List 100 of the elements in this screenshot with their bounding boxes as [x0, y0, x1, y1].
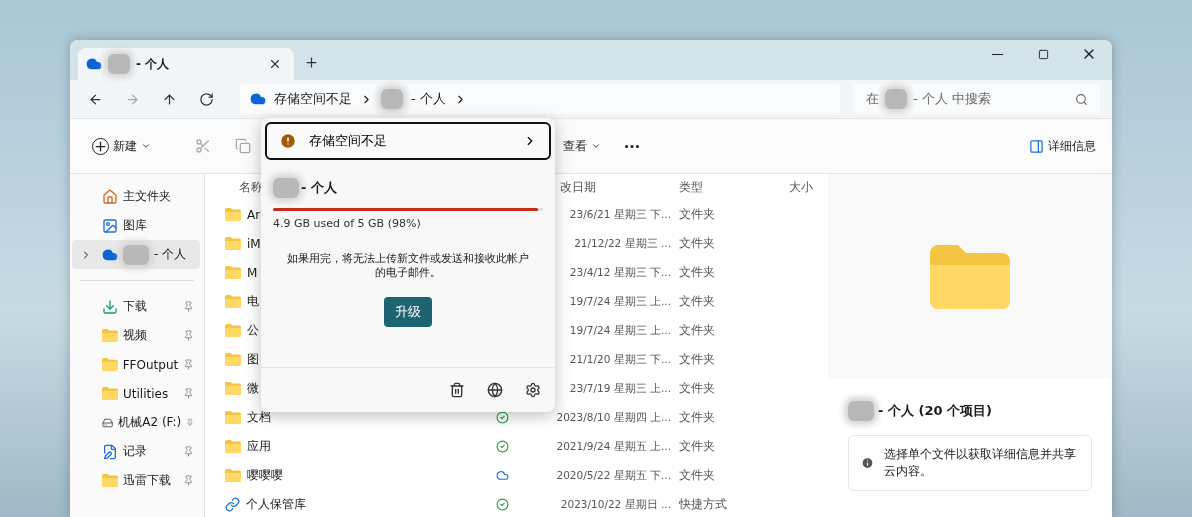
up-icon	[162, 91, 177, 107]
file-name[interactable]: 嘤嘤嘤	[247, 467, 283, 484]
date-cell-text: 23/7/19 星期三 上...	[568, 381, 672, 396]
details-title: - 个人 (20 个项目)	[878, 402, 992, 420]
date-cell-text: 21/12/22 星期三 ...	[573, 236, 672, 251]
date-cell-text: 2020/5/22 星期五 下...	[555, 468, 672, 483]
file-name[interactable]: Ar	[247, 207, 261, 222]
file-name[interactable]: 公	[247, 322, 259, 339]
cloud-icon	[86, 56, 102, 72]
date-cell-text: 23/6/21 星期三 下...	[568, 207, 672, 222]
type-cell-text: 文件夹	[678, 409, 716, 426]
details-button[interactable]: 详细信息	[1025, 133, 1100, 159]
folder-icon	[225, 353, 241, 366]
forward-icon	[125, 91, 140, 107]
sidebar-item[interactable]: 迅雷下载	[72, 466, 200, 495]
type-cell-text: 文件夹	[678, 206, 716, 223]
folder-icon	[225, 295, 241, 308]
placeholder-text: - 个人 中搜索	[913, 90, 992, 108]
tab-title: - 个人	[136, 55, 171, 73]
file-name[interactable]: 文档	[247, 409, 271, 426]
globe-icon	[487, 382, 503, 398]
redacted-block	[273, 178, 299, 198]
folder-icon	[102, 358, 118, 371]
type-cell-text: 文件夹	[678, 293, 716, 310]
new-button[interactable]: 新建	[88, 133, 155, 159]
back-icon	[88, 91, 103, 107]
copy-icon	[235, 138, 251, 154]
folder-icon	[225, 440, 241, 453]
sidebar-item[interactable]: Utilities	[72, 379, 200, 408]
redacted-block	[885, 89, 907, 109]
more-icon	[625, 144, 639, 148]
file-name[interactable]: iM	[247, 236, 261, 251]
file-name[interactable]: 电	[247, 293, 259, 310]
folder-icon	[225, 324, 241, 337]
search-field[interactable]: 在 - 个人 中搜索	[854, 84, 1100, 114]
sidebar-item[interactable]: FFOutput	[72, 350, 200, 379]
image-icon	[102, 217, 118, 234]
account-name: - 个人	[301, 179, 337, 197]
date-cell-text: 23/4/12 星期三 下...	[568, 265, 672, 280]
file-name[interactable]: 应用	[247, 438, 271, 455]
type-cell-text: 文件夹	[678, 438, 716, 455]
redacted-block	[848, 401, 874, 421]
caret-icon	[141, 141, 151, 151]
type-cell-text: 快捷方式	[678, 496, 728, 513]
maximize-icon	[1037, 48, 1049, 60]
sidebar-item[interactable]: 记录	[72, 437, 200, 466]
sidebar-item[interactable]: 机械A2 (F:)	[72, 408, 200, 437]
warning-message: 如果用完，将无法上传新文件或发送和接收此帐户的电子邮件。	[287, 252, 529, 280]
info-text: 选择单个文件以获取详细信息并共享云内容。	[884, 446, 1077, 480]
address-bar[interactable]: 存储空间不足 - 个人	[240, 84, 840, 114]
sidebar-item[interactable]: 图库	[72, 211, 200, 240]
breadcrumb[interactable]: 存储空间不足	[274, 90, 352, 108]
warning-icon	[279, 132, 297, 150]
folder-icon	[225, 266, 241, 279]
plus-icon	[304, 55, 319, 70]
cloud-warning-icon	[250, 91, 266, 107]
close-icon	[268, 57, 282, 71]
folder-icon	[102, 329, 118, 342]
tab[interactable]: - 个人	[78, 48, 294, 80]
date-cell-text: 21/1/20 星期三 下...	[568, 352, 672, 367]
date-cell-text: 19/7/24 星期三 上...	[568, 294, 672, 309]
panel-icon	[1029, 138, 1044, 154]
column-header[interactable]: 类型	[673, 178, 785, 196]
type-cell-text: 文件夹	[678, 467, 716, 484]
folder-icon	[102, 474, 118, 487]
search-icon	[1075, 92, 1088, 106]
type-cell-text: 文件夹	[678, 235, 716, 252]
storage-warning-item[interactable]: 存储空间不足	[265, 122, 551, 160]
recycle-bin-icon	[449, 382, 465, 398]
date-cell-text: 2023/10/22 星期日 ...	[559, 497, 672, 512]
scissors-icon	[195, 138, 211, 154]
usage-text: 4.9 GB used of 5 GB (98%)	[273, 217, 422, 230]
sidebar-item[interactable]: - 个人	[72, 240, 200, 269]
view-button[interactable]: 查看	[559, 133, 605, 159]
caret-icon	[591, 141, 601, 151]
file-name[interactable]: 微	[247, 380, 259, 397]
settings-icon	[525, 382, 541, 398]
breadcrumb[interactable]: - 个人	[411, 90, 446, 108]
date-cell-text: 19/7/24 星期三 上...	[568, 323, 672, 338]
file-name[interactable]: 个人保管库	[246, 496, 306, 513]
sidebar-item[interactable]: 视频	[72, 321, 200, 350]
sidebar-item[interactable]: 主文件夹	[72, 182, 200, 211]
file-name[interactable]: M	[247, 265, 258, 280]
type-cell-text: 文件夹	[678, 351, 716, 368]
folder-icon	[225, 411, 241, 424]
folder-icon	[225, 208, 241, 221]
folder-icon	[225, 382, 241, 395]
type-cell-text: 文件夹	[678, 322, 716, 339]
folder-icon	[225, 237, 241, 250]
notes-icon	[102, 443, 118, 460]
column-header[interactable]: 大小	[785, 178, 825, 196]
folder-icon	[930, 244, 1010, 309]
sidebar-item[interactable]: 下载	[72, 292, 200, 321]
refresh-icon	[199, 91, 214, 107]
redacted-block	[381, 89, 403, 109]
type-cell-text: 文件夹	[678, 264, 716, 281]
type-cell-text: 文件夹	[678, 380, 716, 397]
date-cell-text: 2023/8/10 星期四 上...	[555, 410, 672, 425]
file-name[interactable]: 图	[247, 351, 259, 368]
upgrade-button[interactable]: 升级	[384, 297, 432, 327]
